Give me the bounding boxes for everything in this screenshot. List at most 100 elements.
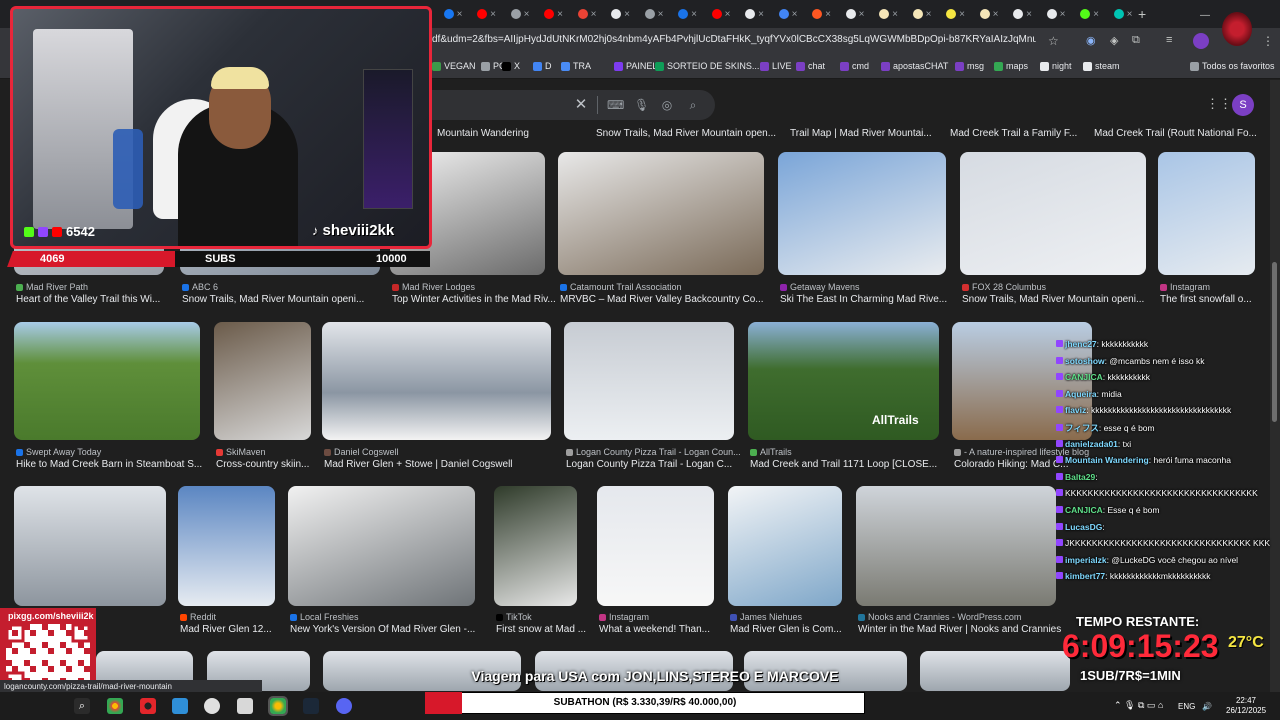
close-icon[interactable]: × bbox=[892, 9, 898, 20]
close-icon[interactable]: × bbox=[993, 9, 999, 20]
image-result-thumbnail[interactable] bbox=[288, 486, 475, 606]
browser-tab[interactable]: × bbox=[706, 6, 736, 22]
image-result-thumbnail[interactable] bbox=[597, 486, 714, 606]
image-result-title[interactable]: Snow Trails, Mad River Mountain openi... bbox=[962, 294, 1144, 305]
bookmark-item[interactable]: X bbox=[502, 61, 520, 71]
image-result-title[interactable]: New York's Version Of Mad River Glen -..… bbox=[290, 624, 475, 635]
bookmark-item[interactable]: chat bbox=[796, 61, 825, 71]
search-icon[interactable]: ⌕ bbox=[686, 98, 700, 112]
star-icon[interactable]: ☆ bbox=[1048, 34, 1059, 48]
image-result-source[interactable]: ABC 6 bbox=[182, 282, 218, 292]
browser-tab[interactable]: × bbox=[505, 6, 535, 22]
search-icon[interactable]: ⌕ bbox=[74, 698, 90, 714]
account-avatar[interactable]: S bbox=[1232, 94, 1254, 116]
app-icon[interactable] bbox=[172, 698, 188, 714]
image-result-title[interactable]: What a weekend! Than... bbox=[599, 624, 710, 635]
close-icon[interactable]: × bbox=[658, 9, 664, 20]
bookmark-item[interactable]: Todos os favoritos bbox=[1190, 61, 1275, 71]
file-explorer-icon[interactable] bbox=[237, 698, 253, 714]
volume-icon[interactable]: 🔊 bbox=[1202, 702, 1212, 711]
browser-tab[interactable]: × bbox=[539, 6, 569, 22]
keyboard-icon[interactable]: ⌨ bbox=[607, 98, 624, 112]
image-result-thumbnail[interactable] bbox=[322, 322, 551, 440]
close-icon[interactable]: × bbox=[557, 9, 563, 20]
opera-icon[interactable] bbox=[140, 698, 156, 714]
bookmark-item[interactable]: maps bbox=[994, 61, 1028, 71]
image-result-thumbnail[interactable] bbox=[920, 651, 1070, 691]
image-result-title[interactable]: Colorado Hiking: Mad C... bbox=[954, 459, 1069, 470]
browser-tab[interactable]: × bbox=[472, 6, 502, 22]
image-result-thumbnail[interactable] bbox=[214, 322, 311, 440]
browser-tab[interactable]: × bbox=[1008, 6, 1038, 22]
bookmark-item[interactable]: cmd bbox=[840, 61, 869, 71]
close-icon[interactable]: × bbox=[926, 9, 932, 20]
bookmark-item[interactable]: PAINEL bbox=[614, 61, 657, 71]
close-icon[interactable]: × bbox=[725, 9, 731, 20]
language-indicator[interactable]: ENG bbox=[1178, 702, 1195, 711]
browser-tab[interactable]: × bbox=[1108, 6, 1138, 22]
close-icon[interactable]: × bbox=[859, 9, 865, 20]
reading-list-icon[interactable]: ≡ bbox=[1166, 34, 1172, 46]
image-result-source[interactable]: AllTrails bbox=[750, 447, 792, 457]
image-result-source[interactable]: Mad River Path bbox=[16, 282, 88, 292]
new-tab-button[interactable]: + bbox=[1138, 6, 1146, 22]
puzzle-icon[interactable]: ⧉ bbox=[1132, 34, 1140, 47]
bookmark-item[interactable]: SORTEIO DE SKINS... bbox=[655, 61, 759, 71]
bookmark-item[interactable]: TRA bbox=[561, 61, 591, 71]
image-result-title[interactable]: Hike to Mad Creek Barn in Steamboat S... bbox=[16, 459, 202, 470]
close-icon[interactable]: × bbox=[591, 9, 597, 20]
image-result-source[interactable]: TikTok bbox=[496, 612, 532, 622]
image-result-title[interactable]: Mad River Glen + Stowe | Daniel Cogswell bbox=[324, 459, 513, 470]
browser-tab[interactable]: × bbox=[572, 6, 602, 22]
image-result-source[interactable]: Instagram bbox=[599, 612, 649, 622]
browser-tab[interactable]: × bbox=[438, 6, 468, 22]
image-result-source[interactable]: James Niehues bbox=[730, 612, 802, 622]
bookmark-item[interactable]: night bbox=[1040, 61, 1072, 71]
clear-icon[interactable]: ✕ bbox=[574, 97, 588, 112]
image-result-thumbnail[interactable] bbox=[558, 152, 764, 275]
browser-tab[interactable]: × bbox=[807, 6, 837, 22]
close-icon[interactable]: × bbox=[457, 9, 463, 20]
close-icon[interactable]: × bbox=[624, 9, 630, 20]
bookmark-item[interactable]: LIVE bbox=[760, 61, 792, 71]
image-result-source[interactable]: SkiMaven bbox=[216, 447, 266, 457]
browser-tab[interactable]: × bbox=[673, 6, 703, 22]
image-result-title[interactable]: Trail Map | Mad River Mountai... bbox=[790, 128, 932, 139]
bookmark-item[interactable]: msg bbox=[955, 61, 984, 71]
image-result-source[interactable]: Daniel Cogswell bbox=[324, 447, 399, 457]
extension-icon[interactable]: ◉ bbox=[1086, 34, 1096, 47]
close-icon[interactable]: × bbox=[792, 9, 798, 20]
image-result-title[interactable]: MRVBC – Mad River Valley Backcountry Co.… bbox=[560, 294, 764, 305]
image-result-source[interactable]: Logan County Pizza Trail - Logan Coun... bbox=[566, 447, 741, 457]
close-icon[interactable]: × bbox=[691, 9, 697, 20]
discord-icon[interactable] bbox=[336, 698, 352, 714]
lens-icon[interactable]: ◎ bbox=[660, 98, 674, 112]
browser-tab[interactable]: × bbox=[740, 6, 770, 22]
browser-tab[interactable]: × bbox=[941, 6, 971, 22]
close-icon[interactable]: × bbox=[490, 9, 496, 20]
image-result-source[interactable]: FOX 28 Columbus bbox=[962, 282, 1046, 292]
image-result-thumbnail[interactable] bbox=[728, 486, 842, 606]
browser-tab[interactable]: × bbox=[606, 6, 636, 22]
browser-tab[interactable]: × bbox=[1075, 6, 1105, 22]
image-result-title[interactable]: Mad Creek Trail (Routt National Fo... bbox=[1094, 128, 1257, 139]
bookmark-item[interactable]: D bbox=[533, 61, 552, 71]
close-icon[interactable]: × bbox=[1026, 9, 1032, 20]
image-result-title[interactable]: Ski The East In Charming Mad Rive... bbox=[780, 294, 947, 305]
apps-grid-icon[interactable]: ⋮⋮ bbox=[1206, 97, 1232, 111]
image-result-title[interactable]: Cross-country skiin... bbox=[216, 459, 309, 470]
image-result-source[interactable]: Local Freshies bbox=[290, 612, 359, 622]
browser-tab[interactable]: × bbox=[874, 6, 904, 22]
image-result-source[interactable]: Mad River Lodges bbox=[392, 282, 475, 292]
image-result-title[interactable]: Snow Trails, Mad River Mountain openi... bbox=[182, 294, 364, 305]
image-result-title[interactable]: Winter in the Mad River | Nooks and Cran… bbox=[858, 624, 1061, 635]
image-result-title[interactable]: Snow Trails, Mad River Mountain open... bbox=[596, 128, 776, 139]
image-result-title[interactable]: Mountain Wandering bbox=[437, 128, 529, 139]
image-result-title[interactable]: Top Winter Activities in the Mad Riv... bbox=[392, 294, 556, 305]
image-result-title[interactable]: First snow at Mad ... bbox=[496, 624, 586, 635]
image-result-source[interactable]: Catamount Trail Association bbox=[560, 282, 682, 292]
close-icon[interactable]: × bbox=[1093, 9, 1099, 20]
profile-avatar[interactable] bbox=[1193, 33, 1209, 49]
browser-tab[interactable]: × bbox=[974, 6, 1004, 22]
image-result-thumbnail[interactable] bbox=[14, 322, 200, 440]
